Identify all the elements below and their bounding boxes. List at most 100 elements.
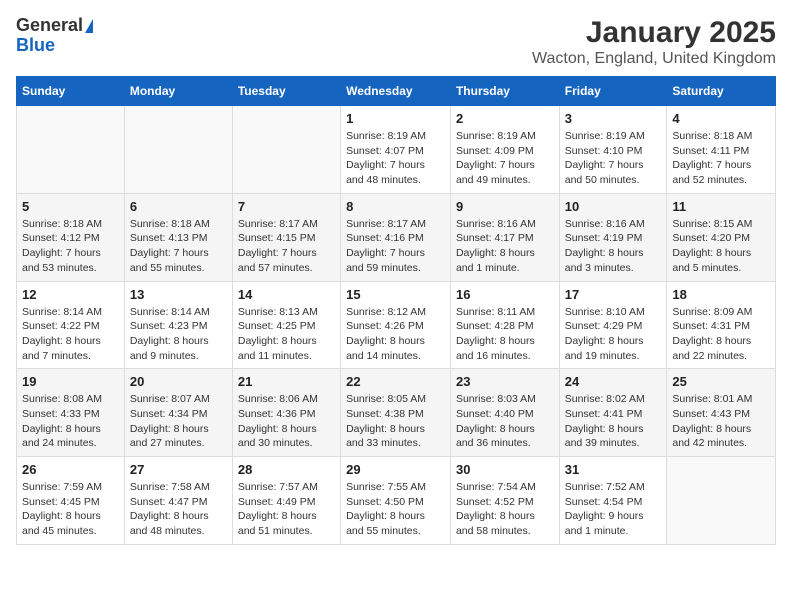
day-number: 16 xyxy=(456,287,554,302)
day-number: 11 xyxy=(672,199,770,214)
day-info: Sunrise: 8:14 AM Sunset: 4:23 PM Dayligh… xyxy=(130,305,227,364)
day-number: 22 xyxy=(346,374,445,389)
day-info: Sunrise: 8:02 AM Sunset: 4:41 PM Dayligh… xyxy=(565,392,662,451)
day-cell: 25Sunrise: 8:01 AM Sunset: 4:43 PM Dayli… xyxy=(667,369,776,457)
day-cell: 20Sunrise: 8:07 AM Sunset: 4:34 PM Dayli… xyxy=(124,369,232,457)
day-cell: 3Sunrise: 8:19 AM Sunset: 4:10 PM Daylig… xyxy=(559,106,667,194)
day-info: Sunrise: 8:17 AM Sunset: 4:16 PM Dayligh… xyxy=(346,217,445,276)
calendar-body: 1 Sunrise: 8:19 AM Sunset: 4:07 PM Daylig… xyxy=(17,106,776,545)
day-info: Sunrise: 8:10 AM Sunset: 4:29 PM Dayligh… xyxy=(565,305,662,364)
week-row-3: 12 Sunrise: 8:14 AM Sunset: 4:22 PM Dayli… xyxy=(17,281,776,369)
week-row-2: 5 Sunrise: 8:18 AM Sunset: 4:12 PM Daylig… xyxy=(17,193,776,281)
day-cell: 13 Sunrise: 8:14 AM Sunset: 4:23 PM Dayli… xyxy=(124,281,232,369)
day-number: 28 xyxy=(238,462,335,477)
week-row-4: 19 Sunrise: 8:08 AM Sunset: 4:33 PM Dayli… xyxy=(17,369,776,457)
day-info: Sunrise: 7:58 AM Sunset: 4:47 PM Dayligh… xyxy=(130,480,227,539)
day-number: 5 xyxy=(22,199,119,214)
day-cell xyxy=(17,106,125,194)
day-cell xyxy=(232,106,340,194)
day-cell: 22 Sunrise: 8:05 AM Sunset: 4:38 PM Dayli… xyxy=(341,369,451,457)
day-cell: 15 Sunrise: 8:12 AM Sunset: 4:26 PM Dayli… xyxy=(341,281,451,369)
day-info: Sunrise: 7:52 AM Sunset: 4:54 PM Dayligh… xyxy=(565,480,662,539)
day-number: 30 xyxy=(456,462,554,477)
day-cell: 10Sunrise: 8:16 AM Sunset: 4:19 PM Dayli… xyxy=(559,193,667,281)
day-cell: 6 Sunrise: 8:18 AM Sunset: 4:13 PM Daylig… xyxy=(124,193,232,281)
day-number: 2 xyxy=(456,111,554,126)
header-tuesday: Tuesday xyxy=(232,77,340,106)
day-cell: 23 Sunrise: 8:03 AM Sunset: 4:40 PM Dayli… xyxy=(450,369,559,457)
day-number: 3 xyxy=(565,111,662,126)
calendar-subtitle: Wacton, England, United Kingdom xyxy=(532,50,776,68)
logo-triangle-icon xyxy=(85,19,93,33)
day-number: 1 xyxy=(346,111,445,126)
logo-blue: Blue xyxy=(16,36,93,56)
day-info: Sunrise: 8:01 AM Sunset: 4:43 PM Dayligh… xyxy=(672,392,770,451)
header-monday: Monday xyxy=(124,77,232,106)
day-info: Sunrise: 8:14 AM Sunset: 4:22 PM Dayligh… xyxy=(22,305,119,364)
header-wednesday: Wednesday xyxy=(341,77,451,106)
day-cell: 21 Sunrise: 8:06 AM Sunset: 4:36 PM Dayli… xyxy=(232,369,340,457)
day-cell: 26Sunrise: 7:59 AM Sunset: 4:45 PM Dayli… xyxy=(17,457,125,545)
day-info: Sunrise: 7:57 AM Sunset: 4:49 PM Dayligh… xyxy=(238,480,335,539)
day-cell: 17Sunrise: 8:10 AM Sunset: 4:29 PM Dayli… xyxy=(559,281,667,369)
header-row: SundayMondayTuesdayWednesdayThursdayFrid… xyxy=(17,77,776,106)
title-section: January 2025 Wacton, England, United Kin… xyxy=(532,16,776,68)
day-number: 29 xyxy=(346,462,445,477)
logo-general: General xyxy=(16,16,93,36)
day-info: Sunrise: 8:16 AM Sunset: 4:19 PM Dayligh… xyxy=(565,217,662,276)
day-number: 21 xyxy=(238,374,335,389)
day-info: Sunrise: 8:09 AM Sunset: 4:31 PM Dayligh… xyxy=(672,305,770,364)
day-cell: 31Sunrise: 7:52 AM Sunset: 4:54 PM Dayli… xyxy=(559,457,667,545)
day-info: Sunrise: 8:15 AM Sunset: 4:20 PM Dayligh… xyxy=(672,217,770,276)
day-info: Sunrise: 8:17 AM Sunset: 4:15 PM Dayligh… xyxy=(238,217,335,276)
day-number: 15 xyxy=(346,287,445,302)
day-cell xyxy=(667,457,776,545)
day-cell: 8Sunrise: 8:17 AM Sunset: 4:16 PM Daylig… xyxy=(341,193,451,281)
day-info: Sunrise: 8:05 AM Sunset: 4:38 PM Dayligh… xyxy=(346,392,445,451)
day-number: 23 xyxy=(456,374,554,389)
day-number: 27 xyxy=(130,462,227,477)
day-info: Sunrise: 8:06 AM Sunset: 4:36 PM Dayligh… xyxy=(238,392,335,451)
header-sunday: Sunday xyxy=(17,77,125,106)
day-info: Sunrise: 7:55 AM Sunset: 4:50 PM Dayligh… xyxy=(346,480,445,539)
day-cell: 29 Sunrise: 7:55 AM Sunset: 4:50 PM Dayli… xyxy=(341,457,451,545)
day-cell xyxy=(124,106,232,194)
day-info: Sunrise: 8:12 AM Sunset: 4:26 PM Dayligh… xyxy=(346,305,445,364)
day-cell: 30 Sunrise: 7:54 AM Sunset: 4:52 PM Dayli… xyxy=(450,457,559,545)
day-cell: 2 Sunrise: 8:19 AM Sunset: 4:09 PM Daylig… xyxy=(450,106,559,194)
day-info: Sunrise: 8:18 AM Sunset: 4:11 PM Dayligh… xyxy=(672,129,770,188)
day-cell: 28 Sunrise: 7:57 AM Sunset: 4:49 PM Dayli… xyxy=(232,457,340,545)
header-saturday: Saturday xyxy=(667,77,776,106)
day-number: 13 xyxy=(130,287,227,302)
day-info: Sunrise: 8:18 AM Sunset: 4:12 PM Dayligh… xyxy=(22,217,119,276)
day-number: 26 xyxy=(22,462,119,477)
header-thursday: Thursday xyxy=(450,77,559,106)
day-cell: 4 Sunrise: 8:18 AM Sunset: 4:11 PM Daylig… xyxy=(667,106,776,194)
header: General Blue January 2025 Wacton, Englan… xyxy=(16,16,776,68)
day-info: Sunrise: 8:16 AM Sunset: 4:17 PM Dayligh… xyxy=(456,217,554,276)
day-number: 19 xyxy=(22,374,119,389)
day-cell: 12 Sunrise: 8:14 AM Sunset: 4:22 PM Dayli… xyxy=(17,281,125,369)
day-cell: 24 Sunrise: 8:02 AM Sunset: 4:41 PM Dayli… xyxy=(559,369,667,457)
day-cell: 7Sunrise: 8:17 AM Sunset: 4:15 PM Daylig… xyxy=(232,193,340,281)
day-cell: 19 Sunrise: 8:08 AM Sunset: 4:33 PM Dayli… xyxy=(17,369,125,457)
day-info: Sunrise: 8:11 AM Sunset: 4:28 PM Dayligh… xyxy=(456,305,554,364)
day-number: 9 xyxy=(456,199,554,214)
day-number: 18 xyxy=(672,287,770,302)
day-info: Sunrise: 8:03 AM Sunset: 4:40 PM Dayligh… xyxy=(456,392,554,451)
day-info: Sunrise: 8:08 AM Sunset: 4:33 PM Dayligh… xyxy=(22,392,119,451)
day-info: Sunrise: 7:54 AM Sunset: 4:52 PM Dayligh… xyxy=(456,480,554,539)
week-row-5: 26Sunrise: 7:59 AM Sunset: 4:45 PM Dayli… xyxy=(17,457,776,545)
day-number: 24 xyxy=(565,374,662,389)
week-row-1: 1 Sunrise: 8:19 AM Sunset: 4:07 PM Daylig… xyxy=(17,106,776,194)
header-friday: Friday xyxy=(559,77,667,106)
day-number: 12 xyxy=(22,287,119,302)
day-number: 6 xyxy=(130,199,227,214)
logo: General Blue xyxy=(16,16,93,56)
day-info: Sunrise: 8:19 AM Sunset: 4:09 PM Dayligh… xyxy=(456,129,554,188)
day-cell: 27 Sunrise: 7:58 AM Sunset: 4:47 PM Dayli… xyxy=(124,457,232,545)
day-info: Sunrise: 8:18 AM Sunset: 4:13 PM Dayligh… xyxy=(130,217,227,276)
day-cell: 16 Sunrise: 8:11 AM Sunset: 4:28 PM Dayli… xyxy=(450,281,559,369)
day-info: Sunrise: 8:19 AM Sunset: 4:07 PM Dayligh… xyxy=(346,129,445,188)
day-number: 4 xyxy=(672,111,770,126)
